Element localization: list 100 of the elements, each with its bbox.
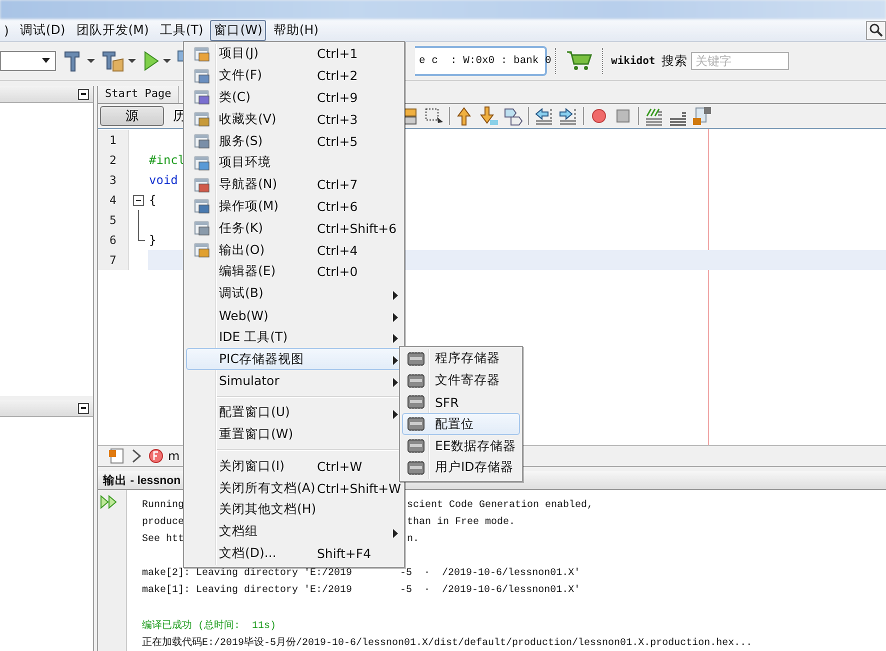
window-icon <box>194 46 210 62</box>
menu-item[interactable]: 团队开发(M) <box>72 20 153 40</box>
output-tab[interactable]: 输出 - lessnon <box>98 472 181 488</box>
search-button[interactable] <box>866 20 886 40</box>
window-icon <box>194 242 210 258</box>
output-text: make[1]: Leaving directory 'E:/2019 -5 · /2019-10-6/lessnon01.X' <box>142 585 580 596</box>
menu-item[interactable]: Simulator <box>186 370 402 392</box>
line-number: 5 <box>98 210 129 230</box>
tag-icon[interactable] <box>503 106 523 126</box>
chip-icon <box>407 352 425 366</box>
menu-item[interactable]: 配置位 <box>402 413 520 436</box>
cart-icon[interactable] <box>566 50 592 72</box>
menu-item[interactable]: 重置窗口(W) <box>186 424 402 446</box>
menu-item[interactable]: PIC存储器视图 <box>186 348 402 370</box>
search-icon <box>869 23 883 37</box>
caret-icon[interactable] <box>87 58 95 64</box>
configuration-dropdown[interactable] <box>0 51 56 71</box>
window-icon <box>194 111 210 128</box>
menu-item[interactable]: 导航器(N) Ctrl+7 <box>186 174 402 196</box>
window-icon <box>194 176 210 193</box>
record-icon[interactable] <box>589 106 609 126</box>
menu-item[interactable]: 调试(B) <box>186 282 402 305</box>
code-text: #incl <box>149 153 186 167</box>
line-number: 3 <box>98 170 129 190</box>
menu-item[interactable]: 操作项(M) Ctrl+6 <box>186 196 402 218</box>
line-number: 1 <box>98 130 129 150</box>
breadcrumb-text[interactable]: m <box>168 449 180 463</box>
caret-icon[interactable] <box>128 58 136 64</box>
menu-item[interactable]: 输出(O) Ctrl+4 <box>186 239 402 261</box>
output-text: produce <box>142 517 182 528</box>
selection-icon[interactable] <box>424 106 444 126</box>
menu-item[interactable]: 文件(F) Ctrl+2 <box>186 64 402 87</box>
menu-item[interactable]: 用户ID存储器 <box>402 456 520 479</box>
menu-item[interactable]: 收藏夹(V) Ctrl+3 <box>186 108 402 130</box>
line-number: 6 <box>98 230 129 250</box>
fold-toggle[interactable] <box>133 195 144 206</box>
caret-icon <box>41 58 51 64</box>
chip-icon <box>407 439 425 454</box>
menu-item[interactable]: 项目(J) Ctrl+1 <box>186 43 402 65</box>
fold-line <box>138 210 139 230</box>
code-text: } <box>149 233 156 247</box>
chip-icon <box>407 374 425 388</box>
code-text: { <box>149 193 156 207</box>
view-tab[interactable]: 源 <box>100 106 164 126</box>
menu-item[interactable]: 程序存储器 <box>402 348 520 370</box>
menu-item[interactable]: 文档(D)... Shift+F4 <box>186 542 402 564</box>
output-text: scient Code Generation enabled, <box>407 500 594 511</box>
line-number: 7 <box>98 250 129 270</box>
window-icon <box>194 89 210 106</box>
menu-item[interactable]: 文档组 <box>186 520 402 543</box>
chip-icon <box>407 417 425 432</box>
output-text: Running <box>142 500 182 511</box>
caret-icon[interactable] <box>163 58 171 64</box>
menu-item[interactable]: SFR <box>402 392 520 414</box>
comment-icon[interactable] <box>644 106 664 126</box>
menu-item[interactable]: 关闭窗口(I) Ctrl+W <box>186 455 402 478</box>
menu-item[interactable]: 编辑器(E) Ctrl+0 <box>186 260 402 283</box>
output-text: than in Free mode. <box>407 517 516 528</box>
output-text: 正在加载代码E:/2019毕设-5月份/2019-10-6/lessnon01.X/dist/default/production/lessnon01.X.production.hex... <box>142 636 752 648</box>
output-text: See htt <box>142 534 182 545</box>
function-icon[interactable] <box>148 448 164 464</box>
chevron-icon[interactable] <box>130 448 144 464</box>
success-message: 编译已成功 (总时间: 11s) <box>142 618 276 632</box>
rerun-icon[interactable] <box>100 494 118 510</box>
menu-item[interactable]: 关闭所有文档(A)Ctrl+Shift+W <box>186 477 402 499</box>
output-text: n. <box>407 534 420 545</box>
chip-icon <box>407 395 425 410</box>
shift-left-icon[interactable] <box>534 106 554 126</box>
menu-item[interactable]: 帮助(H) <box>269 20 322 40</box>
line-number: 2 <box>98 150 129 170</box>
code-text: void <box>149 173 178 187</box>
minimize-button[interactable] <box>78 88 89 100</box>
line-number: 4 <box>98 190 129 210</box>
menu-item[interactable]: 工具(T) <box>156 20 208 40</box>
window-icon <box>194 198 210 214</box>
site-label: wikidot <box>611 55 656 67</box>
menu-item[interactable]: 关闭其他文档(H) <box>186 498 402 521</box>
search-field[interactable]: 关键字 <box>691 52 790 70</box>
fold-end <box>138 230 145 241</box>
menu-item[interactable]: 窗口(W) <box>210 20 266 40</box>
header-switch-icon[interactable] <box>692 106 712 126</box>
editor-tab[interactable]: Start Page <box>98 86 180 103</box>
menu-item[interactable]: 任务(K) Ctrl+Shift+6 <box>186 217 402 240</box>
minimize-button[interactable] <box>78 402 89 414</box>
menu-item[interactable]: 调试(D) <box>16 20 70 40</box>
menu-item[interactable]: 类(C) Ctrl+9 <box>186 86 402 108</box>
shift-right-icon[interactable] <box>558 106 578 126</box>
menu-item[interactable]: 服务(S) Ctrl+5 <box>186 130 402 152</box>
menu-item[interactable]: Web(W) <box>186 304 402 326</box>
menu-item[interactable]: 项目环境 <box>186 152 402 174</box>
down-arrow-icon[interactable] <box>479 106 499 126</box>
output-text: make[2]: Leaving directory 'E:/2019 -5 · /2019-10-6/lessnon01.X' <box>142 568 580 579</box>
chip-icon <box>407 460 425 475</box>
menu-item[interactable]: IDE 工具(T) <box>186 326 402 348</box>
run-icon[interactable] <box>142 50 160 72</box>
menu-item[interactable]: ) <box>0 20 13 40</box>
file-icon[interactable] <box>108 448 126 464</box>
window-icon <box>194 68 210 84</box>
menu-item[interactable]: 配置窗口(U) <box>186 402 402 424</box>
menu-item[interactable]: 文件寄存器 <box>402 370 520 392</box>
